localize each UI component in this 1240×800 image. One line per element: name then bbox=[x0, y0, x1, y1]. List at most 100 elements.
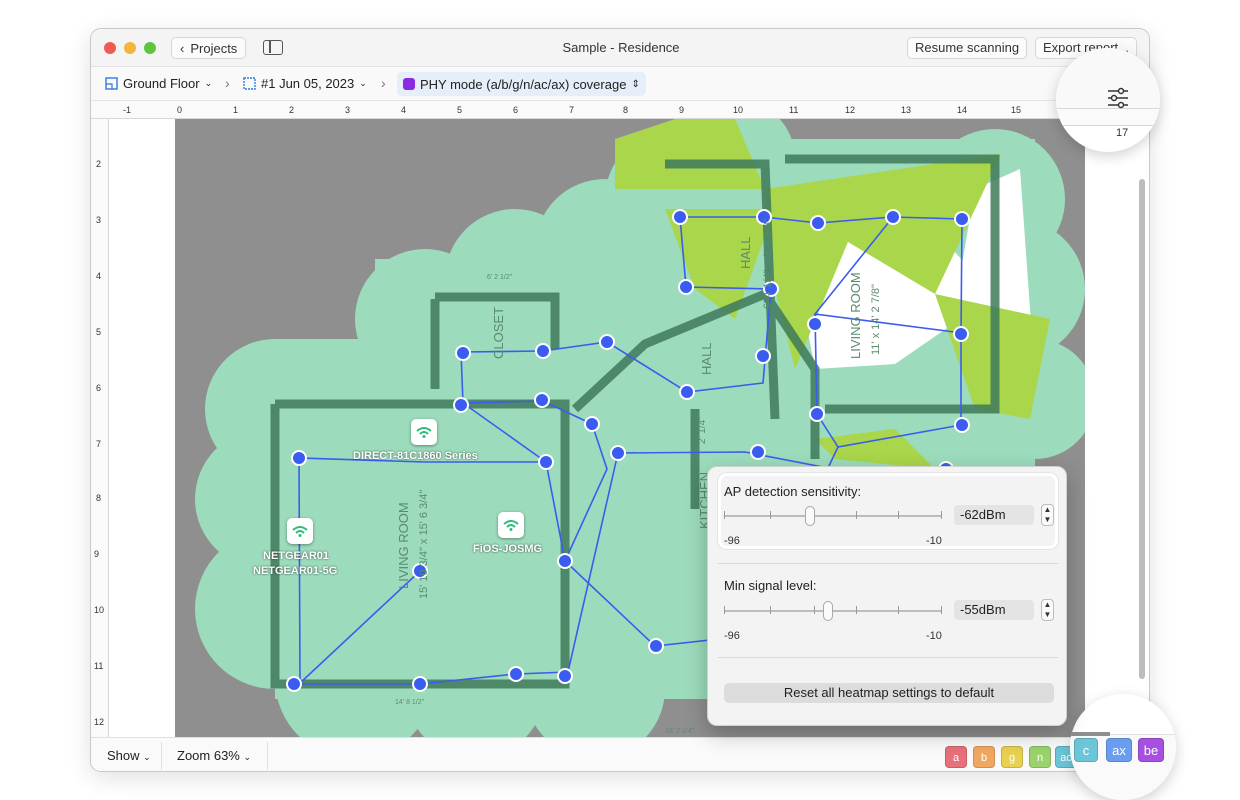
ruler-label: 4 bbox=[401, 105, 407, 115]
ruler-label: 5 bbox=[457, 105, 463, 115]
phy-chip-a[interactable]: a bbox=[945, 746, 967, 768]
access-point-label: FiOS-JOSMG bbox=[473, 543, 543, 555]
plan-label-dimension: 14' 8 1/2" bbox=[395, 699, 425, 706]
breadcrumb-separator-icon: › bbox=[225, 75, 230, 91]
sensitivity-slider[interactable] bbox=[724, 506, 942, 526]
sensitivity-label: AP detection sensitivity: bbox=[724, 484, 862, 499]
ruler-label: 9 bbox=[679, 105, 685, 115]
phy-chip-b[interactable]: b bbox=[973, 746, 995, 768]
mode-label: PHY mode (a/b/g/n/ac/ax) coverage bbox=[420, 76, 627, 92]
plan-label-living-room-2: LIVING ROOM bbox=[848, 272, 863, 359]
zoom-menu[interactable]: Zoom 63% ⌄ bbox=[177, 748, 251, 763]
min-signal-slider-knob[interactable] bbox=[822, 601, 833, 621]
min-signal-value-field[interactable]: -55dBm bbox=[954, 600, 1034, 620]
chevron-down-icon: ⌄ bbox=[143, 752, 151, 762]
visualization-mode-selector[interactable]: PHY mode (a/b/g/n/ac/ax) coverage ⇕ bbox=[397, 72, 646, 96]
ruler-label: 11 bbox=[789, 105, 799, 115]
plan-label-hall-dims: 6' 4 1/4" x 9' 4 3/8" bbox=[762, 218, 774, 309]
phy-chip-ac-zoomed[interactable]: c bbox=[1074, 738, 1098, 762]
ruler-label: 5 bbox=[96, 327, 102, 337]
resume-scanning-button[interactable]: Resume scanning bbox=[907, 37, 1028, 59]
ruler-label: 9 bbox=[94, 549, 100, 559]
show-menu[interactable]: Show ⌄ bbox=[107, 748, 151, 763]
divider bbox=[267, 742, 268, 770]
ruler-label: 13 bbox=[901, 105, 912, 115]
wifi-icon bbox=[292, 526, 308, 537]
ruler-label: 1 bbox=[233, 105, 239, 115]
plan-label-dimension: 16' 2 1/4" bbox=[665, 728, 695, 735]
min-signal-stepper[interactable]: ▲ ▼ bbox=[1041, 599, 1054, 621]
sensitivity-slider-knob[interactable] bbox=[805, 506, 816, 526]
access-point-direct[interactable] bbox=[411, 419, 437, 445]
vertical-scrollbar[interactable] bbox=[1139, 179, 1145, 679]
scan-label: #1 Jun 05, 2023 bbox=[261, 76, 355, 91]
ruler-label: 6 bbox=[513, 105, 519, 115]
wifi-icon bbox=[416, 427, 432, 438]
ruler-label: 3 bbox=[345, 105, 351, 115]
ruler-label: 2 bbox=[289, 105, 295, 115]
phy-chip-g[interactable]: g bbox=[1001, 746, 1023, 768]
show-label: Show bbox=[107, 748, 140, 763]
min-signal-label: Min signal level: bbox=[724, 578, 817, 593]
sensitivity-max-label: -10 bbox=[926, 535, 942, 547]
plan-label-closet: CLOSET bbox=[491, 307, 506, 359]
plan-label-living-room-dims: 15' 10 3/4" x 15' 6 3/4" bbox=[418, 490, 430, 599]
divider bbox=[718, 563, 1058, 564]
sensitivity-min-label: -96 bbox=[724, 535, 740, 547]
ruler-label: 3 bbox=[96, 215, 102, 225]
ruler-label: 7 bbox=[96, 439, 102, 449]
plan-label-hall: HALL bbox=[738, 236, 753, 269]
ruler-label: 12 bbox=[94, 717, 105, 727]
mode-color-icon bbox=[403, 78, 415, 90]
ruler-label: 11 bbox=[94, 661, 104, 671]
breadcrumb-separator-icon: › bbox=[381, 75, 386, 91]
ruler-label: 7 bbox=[569, 105, 575, 115]
ruler-label: 6 bbox=[96, 383, 102, 393]
scan-selector[interactable]: #1 Jun 05, 2023 ⌄ bbox=[243, 76, 367, 91]
ruler-label: 0 bbox=[177, 105, 183, 115]
access-point-label: NETGEAR01-5G bbox=[253, 565, 338, 577]
bottom-toolbar: Show ⌄ Zoom 63% ⌄ a b g n ac bbox=[91, 737, 1149, 771]
zoom-label: Zoom 63% bbox=[177, 748, 240, 763]
access-point-netgear[interactable] bbox=[287, 518, 313, 544]
heatmap-settings-panel: AP detection sensitivity: -62dBm ▲ ▼ -96 … bbox=[707, 466, 1067, 726]
phy-chip-ax[interactable]: ax bbox=[1106, 738, 1132, 762]
min-signal-max-label: -10 bbox=[926, 630, 942, 642]
phy-chip-be[interactable]: be bbox=[1138, 738, 1164, 762]
plan-label-living-room-2-dims: 11' x 14' 2 7/8" bbox=[870, 284, 882, 355]
access-point-label: DIRECT-81C1860 Series bbox=[353, 450, 478, 462]
phy-chips-magnifier: c ax be bbox=[1070, 694, 1176, 800]
ruler-label: 2 bbox=[96, 159, 102, 169]
breadcrumb: Ground Floor ⌄ › #1 Jun 05, 2023 ⌄ › PHY… bbox=[91, 67, 1149, 101]
chevron-down-icon: ⌄ bbox=[359, 78, 367, 88]
chevron-down-icon: ⌄ bbox=[243, 752, 252, 762]
ruler-label: 4 bbox=[96, 271, 102, 281]
ruler-label: 17 bbox=[1116, 127, 1129, 139]
canvas-margin-left bbox=[109, 119, 175, 737]
access-point-label: NETGEAR01 bbox=[263, 550, 330, 562]
ruler-label: 15 bbox=[1011, 105, 1022, 115]
ruler-label: 10 bbox=[94, 605, 105, 615]
divider bbox=[718, 657, 1058, 658]
floor-plan-icon bbox=[105, 77, 118, 90]
ruler-label: 12 bbox=[845, 105, 856, 115]
access-point-fios[interactable] bbox=[498, 512, 524, 538]
settings-magnifier: 17 bbox=[1056, 48, 1160, 152]
ruler-label: -1 bbox=[123, 105, 132, 115]
reset-heatmap-settings-button[interactable]: Reset all heatmap settings to default bbox=[724, 683, 1054, 703]
sensitivity-value-field[interactable]: -62dBm bbox=[954, 505, 1034, 525]
min-signal-slider[interactable] bbox=[724, 601, 942, 621]
min-signal-min-label: -96 bbox=[724, 630, 740, 642]
wifi-icon bbox=[503, 520, 519, 531]
ruler-label: 14 bbox=[957, 105, 968, 115]
plan-label-living-room: LIVING ROOM bbox=[396, 502, 411, 589]
scan-icon bbox=[243, 77, 256, 90]
sliders-icon[interactable] bbox=[1106, 86, 1130, 110]
title-bar: ‹ Projects Sample - Residence Resume sca… bbox=[91, 29, 1149, 67]
floor-selector[interactable]: Ground Floor ⌄ bbox=[105, 76, 212, 91]
chevron-down-icon: ⌄ bbox=[204, 78, 213, 88]
phy-chip-n[interactable]: n bbox=[1029, 746, 1051, 768]
ruler-top: -1 0 1 2 3 4 5 6 7 8 9 10 11 12 13 14 15 bbox=[91, 101, 1149, 119]
divider bbox=[161, 742, 162, 770]
sensitivity-stepper[interactable]: ▲ ▼ bbox=[1041, 504, 1054, 526]
